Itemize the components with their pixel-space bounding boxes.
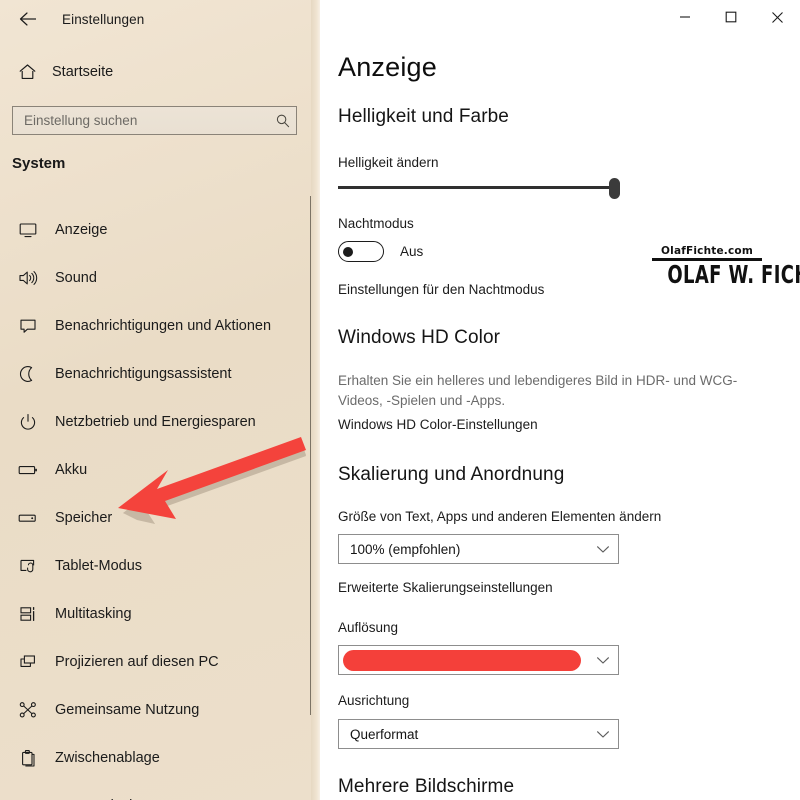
titlebar-back-row: Einstellungen xyxy=(0,2,144,36)
scale-dropdown[interactable]: 100% (empfohlen) xyxy=(338,534,619,564)
section-heading-hd-color: Windows HD Color xyxy=(338,327,501,348)
sidebar-scrollbar[interactable] xyxy=(310,196,313,715)
watermark-top-line: OlafFichte.com xyxy=(661,245,753,257)
orientation-dropdown-value: Querformat xyxy=(350,726,419,742)
sidebar-item-anzeige[interactable]: Anzeige xyxy=(0,206,311,254)
chevron-down-icon xyxy=(588,729,618,739)
orientation-label: Ausrichtung xyxy=(338,693,410,708)
search-placeholder: Einstellung suchen xyxy=(24,113,138,128)
night-mode-toggle[interactable] xyxy=(338,241,384,262)
sidebar-item-label: Tablet-Modus xyxy=(55,558,143,574)
sidebar-item-label: Benachrichtigungsassistent xyxy=(55,366,232,382)
section-heading-skalierung: Skalierung und Anordnung xyxy=(338,464,565,485)
back-arrow-icon[interactable] xyxy=(8,11,48,27)
sidebar-item-remotedesktop[interactable]: Remotedesktop xyxy=(0,782,311,800)
orientation-dropdown[interactable]: Querformat xyxy=(338,719,619,749)
clipboard-icon xyxy=(12,749,44,768)
project-screen-icon xyxy=(12,653,44,671)
share-icon xyxy=(12,701,44,719)
toggle-knob xyxy=(343,246,353,257)
chat-bubble-icon xyxy=(12,317,44,335)
close-button[interactable] xyxy=(754,1,800,33)
sidebar-nav-list: Anzeige Sound Benachrichtigungen und Akt… xyxy=(0,206,311,800)
resolution-dropdown[interactable] xyxy=(338,645,619,675)
tablet-touch-icon xyxy=(12,557,44,575)
sidebar-item-label: Sound xyxy=(55,270,97,286)
search-icon[interactable] xyxy=(270,113,296,129)
moon-icon xyxy=(12,365,44,383)
sidebar-item-startseite[interactable]: Startseite xyxy=(10,57,113,87)
sidebar-item-sound[interactable]: Sound xyxy=(0,254,311,302)
resolution-label: Auflösung xyxy=(338,620,399,635)
home-icon xyxy=(10,63,44,81)
sidebar-item-label: Netzbetrieb und Energiesparen xyxy=(55,414,256,430)
slider-track xyxy=(338,186,618,189)
sidebar-item-label: Akku xyxy=(55,462,88,478)
sidebar-item-label: Projizieren auf diesen PC xyxy=(55,654,219,670)
settings-window: Einstellungen Startseite Einstellung suc… xyxy=(0,0,800,800)
sidebar: Einstellungen Startseite Einstellung suc… xyxy=(0,0,320,800)
speaker-icon xyxy=(12,269,44,287)
sidebar-item-akku[interactable]: Akku xyxy=(0,446,311,494)
sidebar-item-label: Gemeinsame Nutzung xyxy=(55,702,200,718)
maximize-button[interactable] xyxy=(708,1,754,33)
section-heading-mehrere-bildschirme: Mehrere Bildschirme xyxy=(338,776,515,797)
monitor-icon xyxy=(12,221,44,239)
chevron-down-icon xyxy=(588,655,618,665)
slider-thumb[interactable] xyxy=(609,178,620,199)
hd-color-description: Erhalten Sie ein helleres und lebendiger… xyxy=(338,373,738,408)
hd-color-settings-link[interactable]: Windows HD Color-Einstellungen xyxy=(338,417,538,432)
storage-icon xyxy=(12,509,44,527)
sidebar-item-multitasking[interactable]: Multitasking xyxy=(0,590,311,638)
sidebar-item-zwischenablage[interactable]: Zwischenablage xyxy=(0,734,311,782)
sidebar-section-header: System xyxy=(12,155,66,172)
sidebar-item-label: Speicher xyxy=(55,510,113,526)
night-mode-settings-link[interactable]: Einstellungen für den Nachtmodus xyxy=(338,282,544,297)
sidebar-item-tablet-modus[interactable]: Tablet-Modus xyxy=(0,542,311,590)
scale-label: Größe von Text, Apps und anderen Element… xyxy=(338,509,662,524)
chevron-down-icon xyxy=(588,544,618,554)
power-icon xyxy=(12,413,44,431)
search-input[interactable]: Einstellung suchen xyxy=(12,106,297,135)
redaction-overlay xyxy=(343,650,581,671)
watermark-main-line: OLAF W. FICHTE xyxy=(667,259,800,289)
advanced-scaling-link[interactable]: Erweiterte Skalierungseinstellungen xyxy=(338,580,553,595)
scale-dropdown-value: 100% (empfohlen) xyxy=(350,541,461,557)
sidebar-item-label: Zwischenablage xyxy=(55,750,160,766)
section-heading-helligkeit: Helligkeit und Farbe xyxy=(338,106,509,127)
sidebar-item-label: Multitasking xyxy=(55,606,132,622)
page-title: Anzeige xyxy=(338,52,437,82)
main-content: Anzeige Helligkeit und Farbe Helligkeit … xyxy=(320,0,800,800)
brightness-slider[interactable] xyxy=(338,178,636,199)
sidebar-item-speicher[interactable]: Speicher xyxy=(0,494,311,542)
night-mode-state: Aus xyxy=(400,244,424,259)
sidebar-item-label: Startseite xyxy=(52,64,114,80)
sidebar-item-netzbetrieb-und-energiesparen[interactable]: Netzbetrieb und Energiesparen xyxy=(0,398,311,446)
sidebar-item-benachrichtigungsassistent[interactable]: Benachrichtigungsassistent xyxy=(0,350,311,398)
brightness-label: Helligkeit ändern xyxy=(338,155,439,170)
night-mode-label: Nachtmodus xyxy=(338,216,414,231)
multitasking-icon xyxy=(12,605,44,623)
sidebar-item-projizieren-auf-diesen-pc[interactable]: Projizieren auf diesen PC xyxy=(0,638,311,686)
night-mode-toggle-row: Aus xyxy=(338,241,423,262)
sidebar-item-gemeinsame-nutzung[interactable]: Gemeinsame Nutzung xyxy=(0,686,311,734)
sidebar-item-benachrichtigungen-und-aktionen[interactable]: Benachrichtigungen und Aktionen xyxy=(0,302,311,350)
watermark-logo: OlafFichte.com OLAF W. FICHTE xyxy=(652,245,800,289)
window-controls xyxy=(640,0,800,34)
sidebar-item-label: Anzeige xyxy=(55,222,108,238)
battery-icon xyxy=(12,461,44,479)
minimize-button[interactable] xyxy=(662,1,708,33)
sidebar-item-label: Benachrichtigungen und Aktionen xyxy=(55,318,272,334)
window-title: Einstellungen xyxy=(62,11,145,27)
